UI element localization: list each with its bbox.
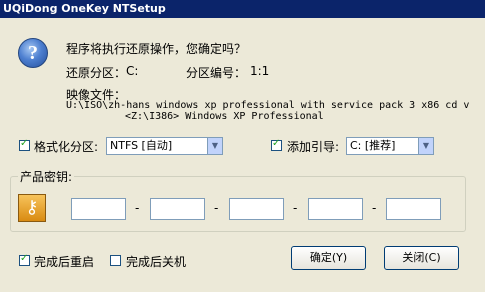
product-key-field-5[interactable] [386,198,441,220]
key-separator: - [293,201,298,215]
chevron-down-icon[interactable]: ▼ [418,138,433,154]
format-type-value: NTFS [自动] [110,139,173,152]
chevron-down-icon[interactable]: ▼ [207,138,222,154]
product-key-field-4[interactable] [308,198,363,220]
partition-number-label: 分区编号： [186,66,247,80]
image-path-line2: <Z:\I386> Windows XP Professional [125,111,324,122]
add-boot-label: 添加引导: [287,140,340,154]
product-key-label: 产品密钥: [18,168,75,185]
key-icon: ⚷ [18,194,46,222]
partition-number-value: 1:1 [250,64,270,78]
add-boot-checkbox[interactable] [271,138,282,151]
shutdown-after-label: 完成后关机 [126,255,187,269]
image-path-line1: U:\ISO\zh-hans windows xp professional w… [66,100,470,111]
shutdown-after-checkbox[interactable] [110,255,121,266]
restore-partition-label: 还原分区： [66,66,127,80]
product-key-field-1[interactable] [71,198,126,220]
boot-target-value: C: [推荐] [350,139,396,152]
ok-button[interactable]: 确定(Y) [291,246,366,270]
reboot-after-label: 完成后重启 [34,255,95,269]
boot-target-select[interactable]: C: [推荐] ▼ [346,137,434,155]
format-partition-checkbox[interactable] [19,138,30,151]
key-separator: - [372,201,377,215]
format-partition-label: 格式化分区: [34,140,99,154]
close-button[interactable]: 关闭(C) [384,246,459,270]
window-title: UQiDong OneKey NTSetup [0,0,485,18]
key-separator: - [214,201,219,215]
confirm-question: 程序将执行还原操作，您确定吗？ [66,42,247,56]
product-key-field-3[interactable] [229,198,284,220]
format-type-select[interactable]: NTFS [自动] ▼ [106,137,223,155]
question-icon: ? [18,38,48,68]
restore-partition-value: C: [126,64,139,78]
key-separator: - [135,201,140,215]
reboot-after-checkbox[interactable] [19,253,30,266]
product-key-field-2[interactable] [150,198,205,220]
